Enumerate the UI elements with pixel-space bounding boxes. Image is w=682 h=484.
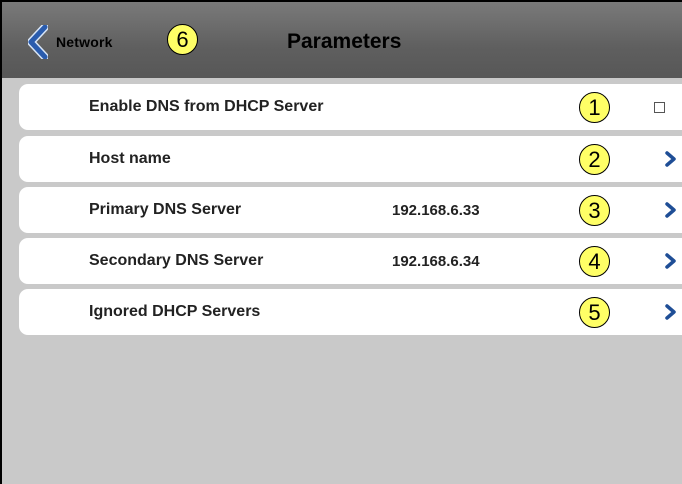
row-value: 192.168.6.34 — [392, 253, 480, 270]
parameters-screen: Network 6 Parameters Enable DNS from DHC… — [0, 0, 682, 484]
enable-dns-from-dhcp-row[interactable]: Enable DNS from DHCP Server 1 — [19, 84, 682, 130]
enable-dns-checkbox[interactable] — [654, 102, 665, 113]
callout-marker: 2 — [579, 144, 610, 175]
row-value: 192.168.6.33 — [392, 202, 480, 219]
back-button[interactable]: Network — [28, 22, 113, 62]
callout-marker: 1 — [579, 92, 610, 123]
callout-marker: 3 — [579, 195, 610, 226]
ignored-dhcp-servers-row[interactable]: Ignored DHCP Servers 5 — [19, 289, 682, 335]
row-label: Ignored DHCP Servers — [89, 303, 261, 320]
row-label: Primary DNS Server — [89, 201, 242, 218]
callout-marker: 5 — [579, 297, 610, 328]
row-label: Secondary DNS Server — [89, 252, 264, 269]
back-button-label: Network — [56, 34, 113, 50]
back-arrow-icon — [28, 25, 48, 59]
callout-marker: 6 — [167, 24, 198, 55]
chevron-right-icon — [665, 253, 677, 274]
chevron-right-icon — [665, 202, 677, 223]
host-name-row[interactable]: Host name 2 — [19, 136, 682, 182]
row-label: Host name — [89, 150, 171, 167]
callout-marker: 4 — [579, 246, 610, 277]
chevron-right-icon — [665, 151, 677, 172]
title-bar: Network 6 Parameters — [2, 2, 682, 78]
primary-dns-server-row[interactable]: Primary DNS Server 192.168.6.33 3 — [19, 187, 682, 233]
page-title: Parameters — [287, 30, 402, 53]
row-label: Enable DNS from DHCP Server — [89, 98, 324, 115]
chevron-right-icon — [665, 304, 677, 325]
secondary-dns-server-row[interactable]: Secondary DNS Server 192.168.6.34 4 — [19, 238, 682, 284]
